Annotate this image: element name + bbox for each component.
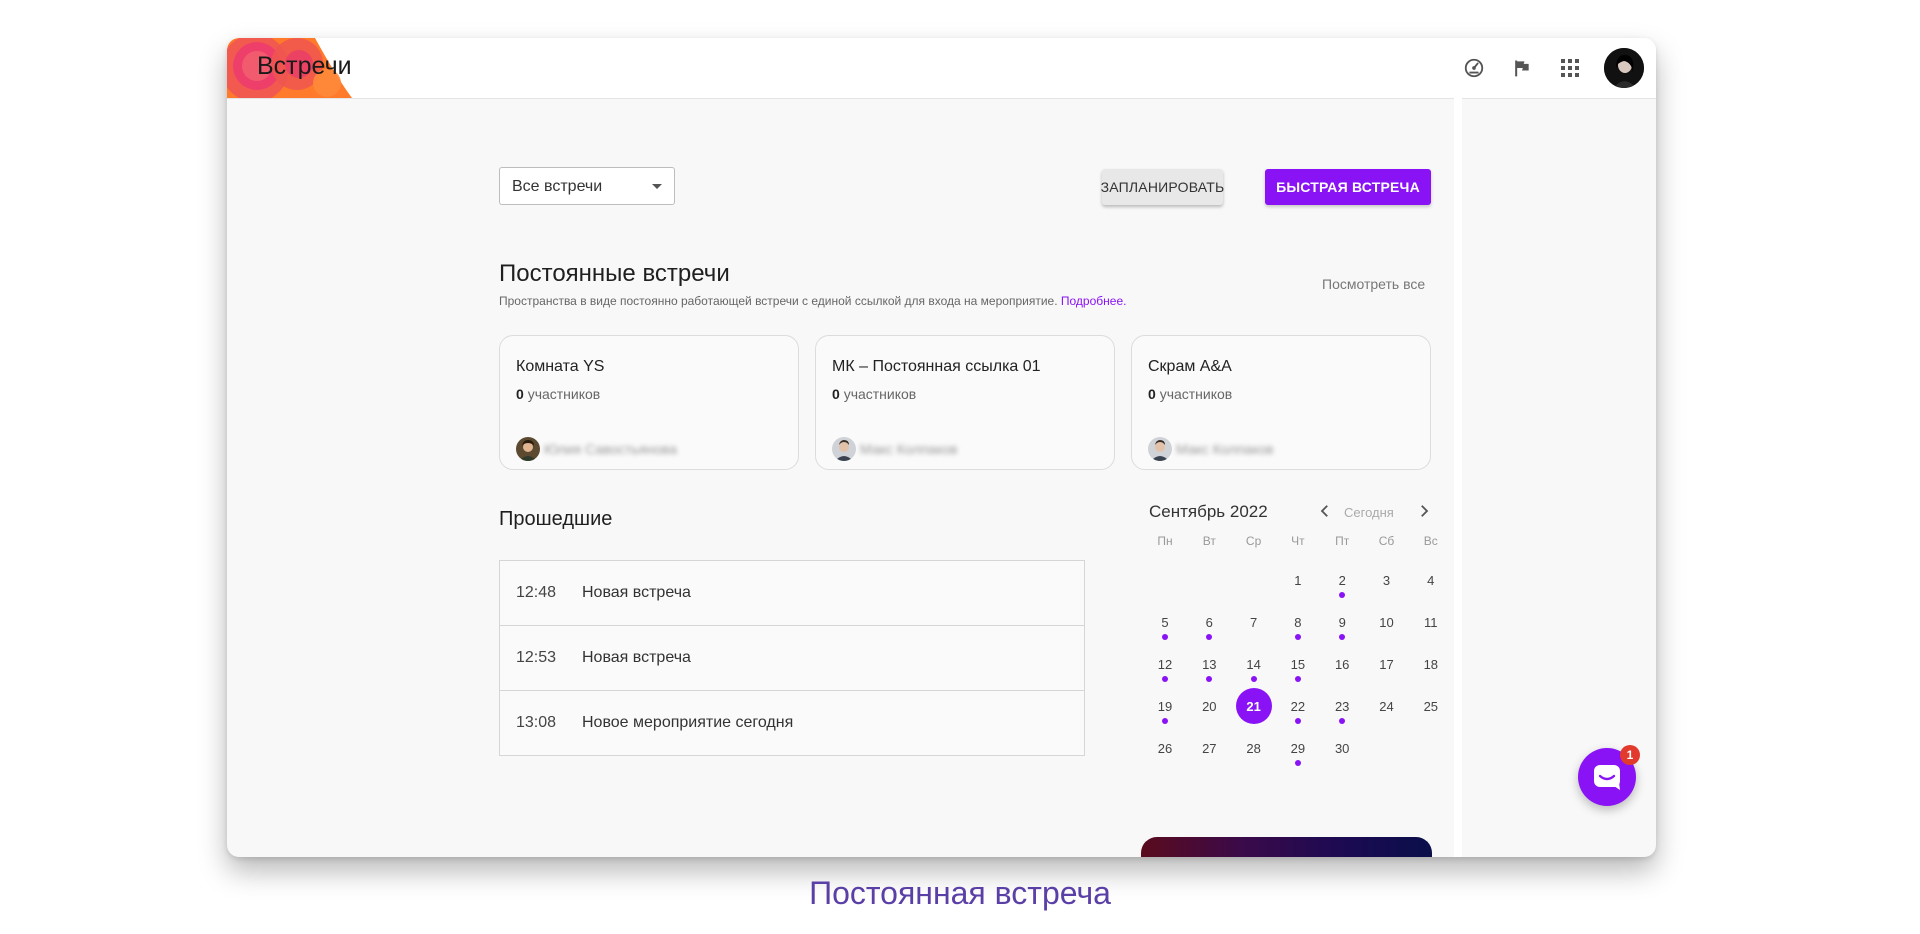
card-owner: Макс Колпаков <box>1148 437 1273 461</box>
user-avatar[interactable] <box>1604 48 1644 88</box>
count-value: 0 <box>1148 386 1156 402</box>
meeting-time: 12:53 <box>516 649 557 666</box>
panel-separator <box>1454 98 1462 857</box>
permanent-meeting-card[interactable]: Комната YS 0 участников Юлия Савостьянов… <box>499 335 799 470</box>
card-owner: Макс Колпаков <box>832 437 957 461</box>
calendar-day[interactable]: 24 <box>1369 688 1405 724</box>
calendar-day[interactable]: 30 <box>1324 730 1360 766</box>
card-owner: Юлия Савостьянова <box>516 437 677 461</box>
count-value: 0 <box>832 386 840 402</box>
count-value: 0 <box>516 386 524 402</box>
event-dot <box>1294 676 1301 682</box>
today-button[interactable]: Сегодня <box>1344 505 1394 520</box>
chevron-down-icon <box>652 184 662 189</box>
weekday-label: Ср <box>1245 534 1262 548</box>
meeting-name: Новая встреча <box>582 649 691 666</box>
calendar-day-today[interactable]: 21 <box>1235 688 1272 724</box>
top-bar: Встречи <box>227 38 1656 99</box>
count-label: участников <box>527 386 601 402</box>
event-dot <box>1162 676 1168 682</box>
meeting-time: 13:08 <box>516 714 557 731</box>
owner-name: Макс Колпаков <box>1176 441 1274 457</box>
calendar: Сентябрь 2022 Сегодня Пн Вт Ср Чт Пт Сб Вс 1 2 3 4… <box>1149 500 1439 766</box>
meeting-time: 12:48 <box>516 584 557 601</box>
weekday-label: Сб <box>1378 534 1395 548</box>
calendar-day[interactable]: 4 <box>1413 562 1449 598</box>
owner-avatar <box>1148 437 1172 461</box>
weekday-label: Вт <box>1202 534 1216 548</box>
calendar-day[interactable]: 25 <box>1413 688 1449 724</box>
caption: Постоянная встреча <box>809 875 1111 911</box>
more-link[interactable]: Подробнее. <box>1061 294 1127 308</box>
card-title: Комната YS <box>516 358 605 375</box>
event-dot <box>1162 718 1168 724</box>
weekday-label: Пт <box>1335 534 1350 548</box>
subtitle-text: Пространства в виде постоянно работающей… <box>499 294 1058 308</box>
schedule-button[interactable]: ЗАПЛАНИРОВАТЬ <box>1101 169 1224 205</box>
past-meetings-title: Прошедшие <box>499 508 613 530</box>
chat-icon <box>1594 765 1620 790</box>
flag-icon[interactable] <box>1510 56 1534 80</box>
owner-avatar <box>516 437 540 461</box>
calendar-day[interactable]: 28 <box>1236 730 1272 766</box>
speedometer-icon[interactable] <box>1462 56 1486 80</box>
event-dot <box>1294 760 1301 766</box>
participants-count: 0 участников <box>832 386 916 402</box>
event-dot <box>1162 634 1168 640</box>
owner-name: Юлия Савостьянова <box>544 441 677 457</box>
calendar-header: Сентябрь 2022 Сегодня <box>1149 500 1439 530</box>
owner-avatar <box>832 437 856 461</box>
count-label: участников <box>843 386 917 402</box>
calendar-day[interactable]: 16 <box>1324 646 1360 682</box>
promo-banner[interactable] <box>1141 837 1432 857</box>
event-dot <box>1294 634 1301 640</box>
calendar-month: Сентябрь 2022 <box>1149 502 1268 521</box>
calendar-day[interactable]: 27 <box>1191 730 1227 766</box>
header-actions <box>1438 46 1644 90</box>
notification-badge: 1 <box>1620 745 1640 765</box>
calendar-day[interactable]: 18 <box>1413 646 1449 682</box>
app-window: Встречи Все встречи ЗАПЛАНИРОВАТЬ БЫСТРА… <box>227 38 1656 857</box>
weekday-label: Пн <box>1157 534 1173 548</box>
participants-count: 0 участников <box>516 386 600 402</box>
list-item[interactable]: 13:08 Новое мероприятие сегодня <box>500 691 1084 755</box>
calendar-day[interactable]: 11 <box>1413 604 1449 640</box>
meetings-filter-select[interactable]: Все встречи <box>499 167 675 205</box>
chevron-right-icon[interactable] <box>1415 502 1433 525</box>
count-label: участников <box>1159 386 1233 402</box>
participants-count: 0 участников <box>1148 386 1232 402</box>
event-dot <box>1250 676 1257 682</box>
weekday-label: Чт <box>1291 534 1305 548</box>
view-all-link[interactable]: Посмотреть все <box>1322 276 1425 292</box>
permanent-meetings-subtitle: Пространства в виде постоянно работающей… <box>499 294 1126 308</box>
permanent-meetings-title: Постоянные встречи <box>499 260 730 287</box>
app-title: Встречи <box>257 52 352 80</box>
card-title: Скрам A&A <box>1148 358 1232 375</box>
event-dot <box>1294 718 1301 724</box>
permanent-meeting-card[interactable]: Скрам A&A 0 участников Макс Колпаков <box>1131 335 1431 470</box>
filter-value: Все встречи <box>512 178 603 195</box>
calendar-day[interactable]: 7 <box>1236 604 1272 640</box>
calendar-day[interactable]: 17 <box>1369 646 1405 682</box>
quick-meeting-button[interactable]: БЫСТРАЯ ВСТРЕЧА <box>1265 169 1431 205</box>
calendar-day[interactable]: 3 <box>1369 562 1405 598</box>
chevron-left-icon[interactable] <box>1316 502 1334 525</box>
list-item[interactable]: 12:53 Новая встреча <box>500 626 1084 691</box>
list-item[interactable]: 12:48 Новая встреча <box>500 561 1084 626</box>
calendar-day[interactable]: 1 <box>1280 562 1316 598</box>
calendar-day[interactable]: 10 <box>1369 604 1405 640</box>
calendar-day[interactable]: 20 <box>1191 688 1227 724</box>
meeting-name: Новая встреча <box>582 584 691 601</box>
card-title: МК – Постоянная ссылка 01 <box>832 358 1041 375</box>
past-meetings-list: 12:48 Новая встреча 12:53 Новая встреча … <box>499 560 1085 756</box>
apps-grid-icon[interactable] <box>1558 56 1582 80</box>
owner-name: Макс Колпаков <box>860 441 958 457</box>
meeting-name: Новое мероприятие сегодня <box>582 714 794 731</box>
permanent-meeting-card[interactable]: МК – Постоянная ссылка 01 0 участников М… <box>815 335 1115 470</box>
weekday-label: Вс <box>1423 534 1438 548</box>
calendar-day[interactable]: 26 <box>1147 730 1183 766</box>
